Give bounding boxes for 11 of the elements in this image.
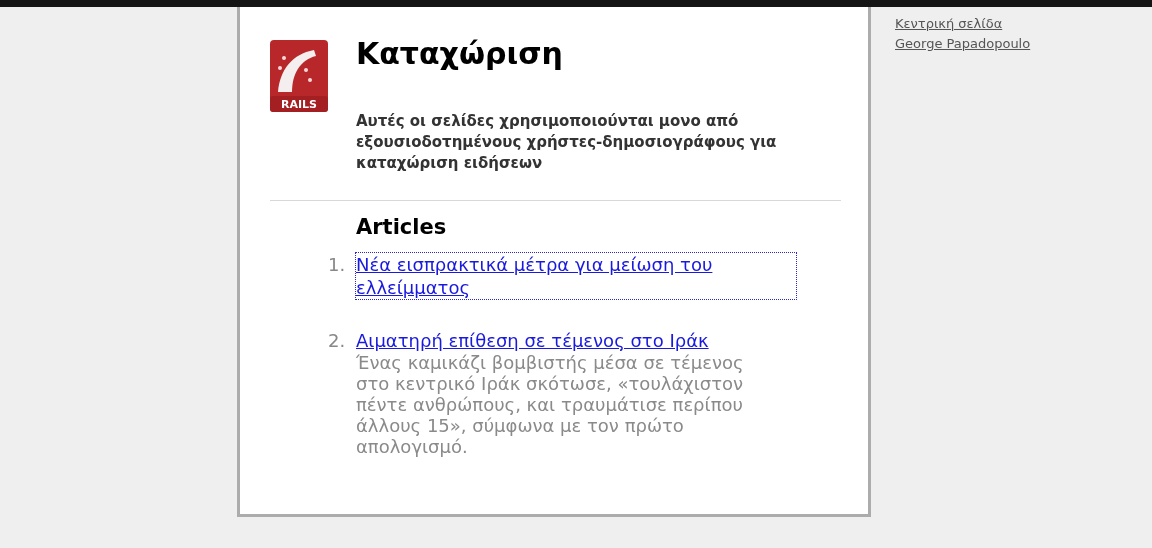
intro-text: Αυτές οι σελίδες χρησιμοποιούνται μονο από εξουσιοδοτημένους χρήστες-δημοσιογράφους για καταχώριση ειδήσεων [356, 111, 778, 174]
page-title: Καταχώριση [356, 36, 564, 71]
sidebar-link[interactable]: Κεντρική σελίδα [895, 14, 1031, 34]
article-link[interactable]: Αιματηρή επίθεση σε τέμενος στο Ιράκ [356, 329, 709, 352]
list-number: 2. [328, 329, 347, 353]
article-link[interactable]: Νέα εισπρακτικά μέτρα για μείωση του ελλείμματος [356, 253, 796, 299]
sidebar-link[interactable]: George Papadopoulo [895, 34, 1031, 54]
list-number: 1. [328, 253, 347, 277]
section-heading: Articles [356, 215, 448, 239]
article-summary: Ένας καμικάζι βομβιστής μέσα σε τέμενος στο κεντρικό Ιράκ σκότωσε, «τουλάχιστον πέντε ανθρώπους, και τραυμάτισε περίπου άλλους 15», σύμφωνα με τον πρώτο απολογισμό. [356, 352, 745, 457]
rails-logo: RAILS [270, 40, 328, 112]
